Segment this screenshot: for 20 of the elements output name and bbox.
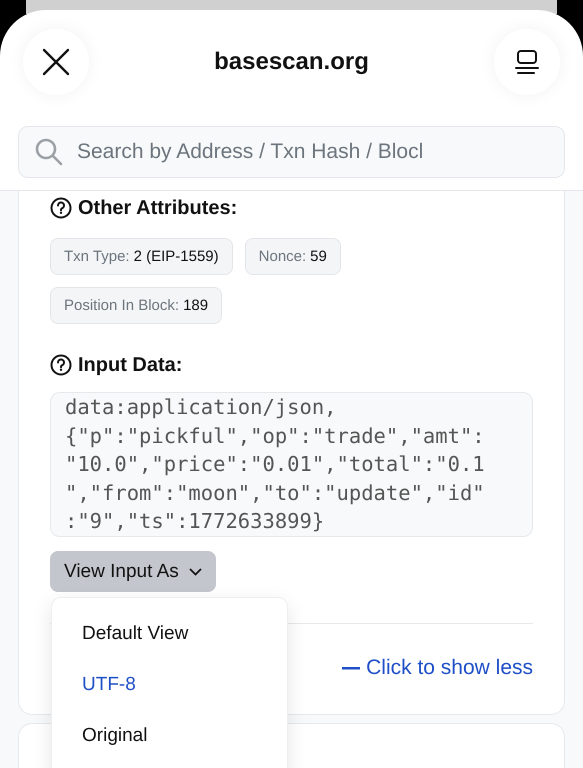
minus-icon (342, 666, 360, 670)
section-heading: Other Attributes: (78, 196, 238, 220)
help-icon (50, 197, 72, 219)
view-input-button[interactable]: View Input As (50, 551, 216, 592)
input-data-box: data:application/json, {"p":"pickful","op":"trade","amt": "10.0","price":"0.01","total":"0.1 ","from":"moon","to":"update","id" :"9","ts":1772633899} (50, 392, 533, 537)
search-icon (34, 137, 64, 167)
show-less-link[interactable]: Click to show less (342, 656, 533, 680)
site-title: basescan.org (214, 48, 369, 76)
attribute-chip: Position In Block: 189 (50, 287, 222, 324)
menu-item[interactable]: Default View (52, 612, 287, 663)
search-field[interactable]: Search by Address / Txn Hash / Blocl (18, 126, 565, 178)
menu-item[interactable]: UTF-8 (52, 663, 287, 714)
tabs-icon (514, 49, 539, 75)
attribute-chip: Txn Type: 2 (EIP-1559) (50, 238, 233, 275)
attribute-chip: Nonce: 59 (244, 238, 341, 275)
chevron-down-icon (188, 568, 202, 576)
help-icon (50, 354, 72, 376)
close-icon (42, 48, 70, 76)
section-heading: Input Data: (78, 354, 182, 376)
menu-item[interactable]: Original (52, 714, 287, 765)
